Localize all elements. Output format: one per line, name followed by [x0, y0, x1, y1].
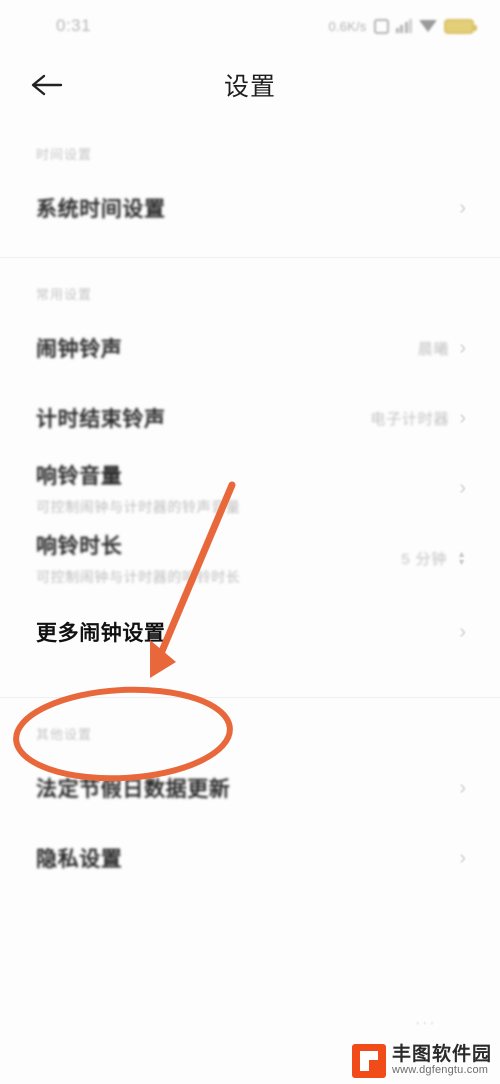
battery-icon [444, 18, 477, 34]
settings-list: 时间设置 系统时间设置 › 常用设置 闹钟铃声 晨曦 › 计时结束铃声 电子计时… [0, 118, 500, 893]
row-accessory: 5 分钟 ▲ ▼ [401, 548, 466, 569]
row-title: 闹钟铃声 [36, 338, 123, 361]
watermark-url: www.dgfengtu.com [391, 1064, 489, 1077]
row-subtitle: 可控制闹钟与计时器的铃声音量 [36, 498, 241, 515]
status-bar: 0:31 0.6K/s [0, 0, 500, 52]
section-common-settings: 常用设置 闹钟铃声 晨曦 › 计时结束铃声 电子计时器 › 响铃音量 可控制闹钟… [0, 258, 500, 698]
status-bar-time: 0:31 [56, 16, 92, 35]
section-header: 时间设置 [36, 147, 93, 162]
row-accessory: 晨曦 › [418, 338, 466, 359]
row-value: 5 分钟 [401, 550, 448, 568]
watermark-name: 丰图软件园 [391, 1044, 492, 1066]
settings-row-more-alarm-settings[interactable]: 更多闹钟设置 › [0, 593, 500, 671]
chevron-right-icon: › [459, 337, 466, 359]
section-other-settings: 其他设置 法定节假日数据更新 › 隐私设置 › [0, 698, 500, 893]
settings-row-timer-end-ringtone[interactable]: 计时结束铃声 电子计时器 › [0, 383, 500, 453]
back-button[interactable] [30, 69, 70, 101]
row-text: 响铃音量 可控制闹钟与计时器的铃声音量 [36, 460, 240, 517]
row-accessory: › [459, 848, 466, 868]
row-title: 更多闹钟设置 [36, 622, 166, 645]
row-title: 隐私设置 [36, 848, 123, 871]
row-title: 响铃音量 [36, 464, 123, 488]
settings-row-ring-duration[interactable]: 响铃时长 可控制闹钟与计时器的响铃时长 5 分钟 ▲ ▼ [0, 523, 500, 593]
section-header: 其他设置 [36, 727, 93, 742]
status-bar-icons: 0.6K/s [328, 18, 477, 34]
row-value: 晨曦 [417, 340, 450, 358]
chevron-right-icon: › [459, 197, 466, 219]
row-title: 法定节假日数据更新 [36, 778, 231, 801]
page-title: 设置 [223, 73, 276, 101]
watermark-ghost: ⋯ [414, 1010, 438, 1035]
row-accessory: › [459, 198, 466, 218]
network-speed-label: 0.6K/s [328, 18, 367, 34]
signal-icon [395, 19, 412, 33]
row-text: 响铃时长 可控制闹钟与计时器的响铃时长 [36, 530, 240, 587]
watermark: 丰图软件园 www.dgfengtu.com [351, 1044, 492, 1078]
chevron-right-icon: › [459, 477, 466, 499]
row-accessory: › [459, 622, 466, 642]
settings-row-alarm-ringtone[interactable]: 闹钟铃声 晨曦 › [0, 313, 500, 383]
back-arrow-icon [31, 74, 63, 96]
row-accessory: 电子计时器 › [370, 408, 466, 429]
section-header: 常用设置 [36, 287, 93, 302]
chevron-right-icon: › [459, 777, 466, 799]
settings-row-privacy-settings[interactable]: 隐私设置 › [0, 823, 500, 893]
row-text: 计时结束铃声 [36, 403, 166, 433]
stepper-icon[interactable]: ▲ ▼ [457, 550, 466, 567]
row-text: 更多闹钟设置 [36, 617, 166, 647]
watermark-logo-icon [351, 1044, 386, 1078]
row-title: 系统时间设置 [36, 198, 166, 221]
title-bar: 设置 [0, 52, 500, 118]
row-value: 电子计时器 [370, 410, 450, 428]
row-text: 法定节假日数据更新 [36, 773, 230, 803]
row-subtitle: 可控制闹钟与计时器的响铃时长 [36, 568, 241, 585]
row-title: 计时结束铃声 [36, 408, 166, 431]
chevron-right-icon: › [459, 621, 466, 643]
row-text: 系统时间设置 [36, 193, 166, 223]
watermark-text: 丰图软件园 www.dgfengtu.com [392, 1045, 492, 1076]
row-accessory: › [459, 778, 466, 798]
chevron-right-icon: › [459, 847, 466, 869]
row-text: 隐私设置 [36, 843, 122, 873]
row-title: 响铃时长 [36, 534, 123, 558]
row-accessory: › [459, 478, 466, 498]
settings-row-ring-volume[interactable]: 响铃音量 可控制闹钟与计时器的铃声音量 › [0, 453, 500, 523]
row-text: 闹钟铃声 [36, 333, 122, 363]
alarm-icon [373, 18, 389, 34]
chevron-right-icon: › [459, 407, 466, 429]
settings-row-holiday-data-update[interactable]: 法定节假日数据更新 › [0, 753, 500, 823]
wifi-icon [419, 19, 437, 32]
settings-row-system-time[interactable]: 系统时间设置 › [0, 173, 500, 243]
section-time-settings: 时间设置 系统时间设置 › [0, 118, 500, 258]
